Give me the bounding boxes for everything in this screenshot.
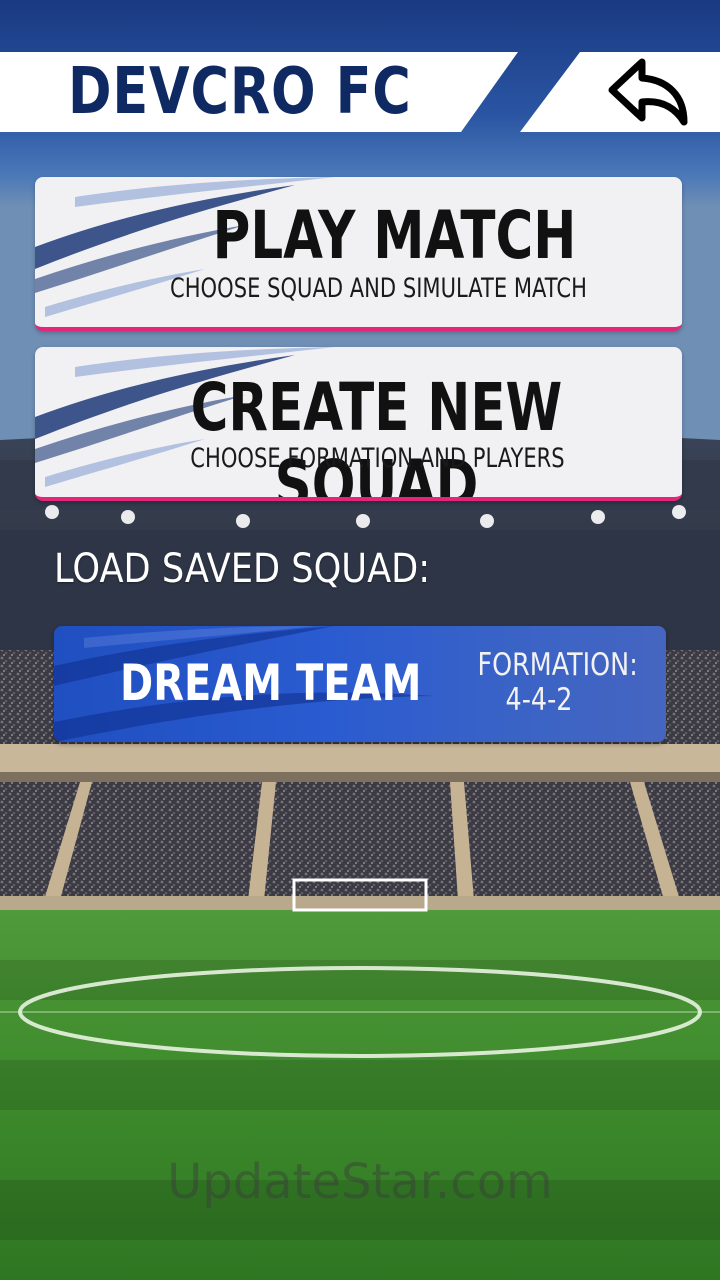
play-match-button[interactable]: PLAY MATCH CHOOSE SQUAD AND SIMULATE MAT… [35, 177, 682, 331]
create-new-squad-button[interactable]: CREATE NEW SQUAD CHOOSE FORMATION AND PL… [35, 347, 682, 501]
back-button[interactable] [600, 55, 696, 129]
play-match-subtitle: CHOOSE SQUAD AND SIMULATE MATCH [170, 273, 587, 304]
play-match-title: PLAY MATCH [212, 197, 577, 274]
squad-name: DREAM TEAM [120, 654, 422, 712]
app-title: DEVCRO FC [68, 55, 412, 129]
load-saved-squad-label: LOAD SAVED SQUAD: [54, 546, 431, 592]
back-arrow-icon [608, 58, 688, 126]
formation-label: FORMATION: [477, 647, 638, 683]
create-new-squad-subtitle: CHOOSE FORMATION AND PLAYERS [190, 443, 565, 474]
create-new-squad-title: CREATE NEW SQUAD [190, 369, 563, 501]
saved-squad-item[interactable]: DREAM TEAM FORMATION: 4-4-2 [54, 626, 666, 742]
formation-value: 4-4-2 [505, 682, 573, 718]
watermark-text: UpdateStar.com [167, 1154, 553, 1210]
